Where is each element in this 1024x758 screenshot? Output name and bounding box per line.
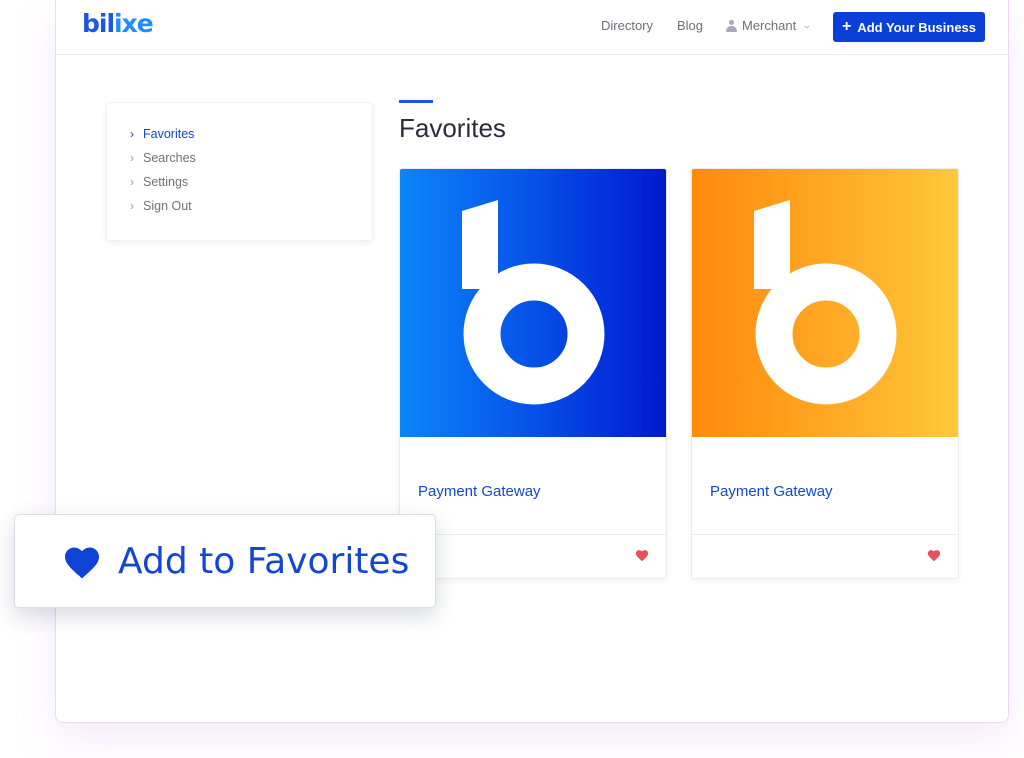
heart-icon[interactable]	[927, 549, 941, 563]
bilixe-b-logo-icon	[754, 200, 897, 405]
user-icon	[726, 19, 737, 32]
business-name-link[interactable]: Payment Gateway	[710, 483, 833, 500]
nav-merchant-label: Merchant	[742, 18, 797, 33]
chevron-right-icon: ›	[130, 151, 134, 165]
favorite-card[interactable]: Payment Gateway	[691, 168, 959, 579]
bilixe-b-logo-icon	[462, 200, 605, 405]
add-your-business-label: Add Your Business	[857, 19, 977, 35]
sidebar-item-label: Sign Out	[143, 199, 192, 213]
page-frame: bilixe Directory Blog Merchant ⌄ + Add Y…	[55, 0, 1009, 723]
title-accent-bar	[399, 100, 433, 103]
add-to-favorites-label: Add to Favorites	[118, 541, 410, 582]
add-your-business-button[interactable]: + Add Your Business	[833, 12, 985, 42]
business-logo-image[interactable]	[400, 169, 666, 437]
sidebar-item-label: Settings	[143, 175, 189, 189]
heart-icon[interactable]	[635, 549, 649, 563]
sidebar-item-label: Favorites	[143, 127, 195, 141]
card-footer	[400, 534, 666, 578]
business-logo-image[interactable]	[692, 169, 958, 437]
bilixe-logo[interactable]: bilixe	[82, 9, 154, 38]
sidebar-item-sign-out[interactable]: › Sign Out	[130, 199, 192, 213]
nav-merchant-dropdown[interactable]: Merchant ⌄	[726, 18, 813, 33]
nav-directory[interactable]: Directory	[601, 18, 653, 33]
sidebar-item-searches[interactable]: › Searches	[130, 151, 196, 165]
add-to-favorites-button[interactable]: Add to Favorites	[14, 514, 436, 608]
heart-icon	[65, 547, 99, 579]
chevron-right-icon: ›	[130, 175, 134, 189]
sidebar-item-settings[interactable]: › Settings	[130, 175, 188, 189]
chevron-right-icon: ›	[130, 199, 134, 213]
plus-icon: +	[841, 18, 852, 35]
page-title: Favorites	[399, 113, 506, 143]
favorite-card[interactable]: Payment Gateway	[399, 168, 667, 579]
nav-blog[interactable]: Blog	[677, 18, 703, 33]
business-name-link[interactable]: Payment Gateway	[418, 483, 541, 500]
chevron-down-icon: ⌄	[801, 20, 813, 30]
sidebar-item-favorites[interactable]: › Favorites	[130, 127, 194, 141]
card-footer	[692, 534, 958, 578]
sidebar-item-label: Searches	[143, 151, 196, 165]
account-sidebar: › Favorites › Searches › Settings › Sign…	[106, 102, 373, 241]
top-navigation: bilixe Directory Blog Merchant ⌄ + Add Y…	[56, 0, 1008, 55]
chevron-right-icon: ›	[130, 127, 134, 141]
